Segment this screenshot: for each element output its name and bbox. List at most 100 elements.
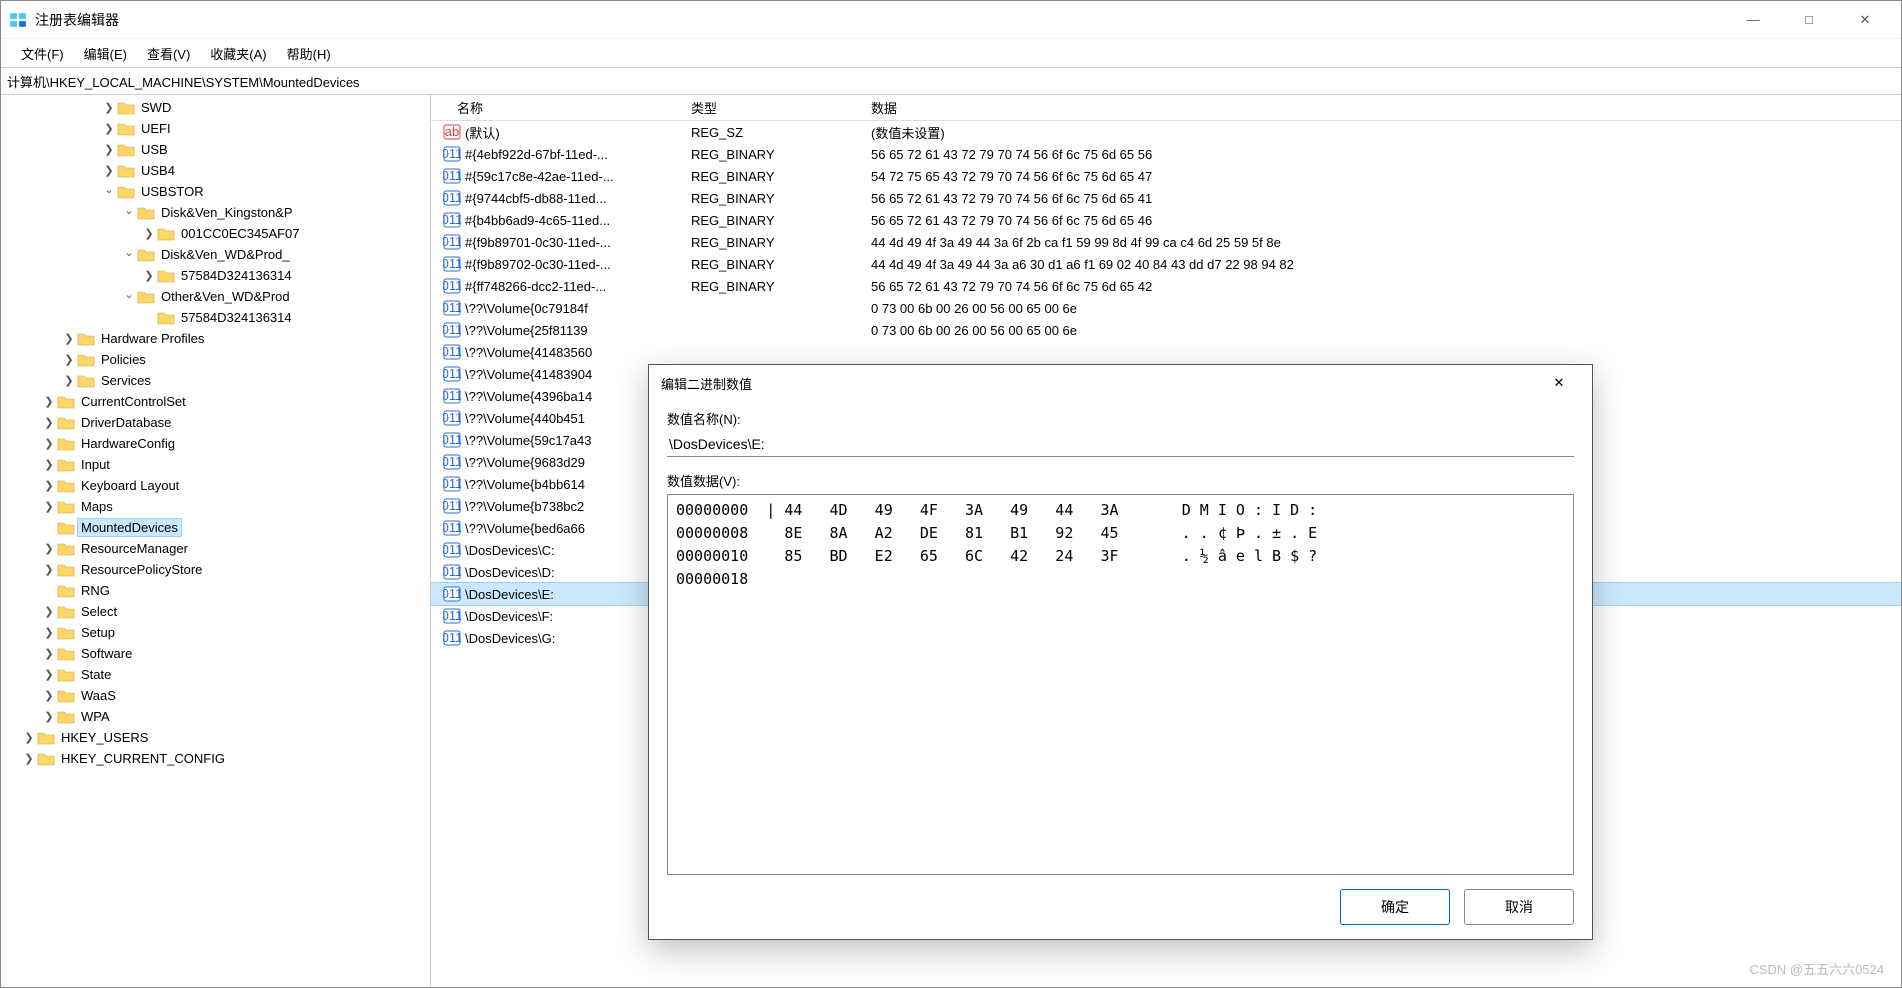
menu-edit[interactable]: 编辑(E)	[74, 40, 137, 67]
col-header-name[interactable]: 名称	[431, 95, 683, 121]
tree-item[interactable]: ❯HardwareConfig	[1, 433, 430, 454]
value-row[interactable]: 011#{9744cbf5-db88-11ed...REG_BINARY56 6…	[431, 187, 1901, 209]
tree-item[interactable]: ❯UEFI	[1, 118, 430, 139]
value-row[interactable]: 011#{f9b89702-0c30-11ed-...REG_BINARY44 …	[431, 253, 1901, 275]
address-bar[interactable]: 计算机\HKEY_LOCAL_MACHINE\SYSTEM\MountedDev…	[1, 67, 1901, 95]
folder-icon	[57, 541, 75, 557]
tree-item[interactable]: ❯Services	[1, 370, 430, 391]
tree-item[interactable]: ❯Hardware Profiles	[1, 328, 430, 349]
tree-item[interactable]: ❯ResourceManager	[1, 538, 430, 559]
tree-item[interactable]: ⌄Other&Ven_WD&Prod	[1, 286, 430, 307]
cancel-button[interactable]: 取消	[1464, 889, 1574, 925]
maximize-button[interactable]: □	[1781, 1, 1837, 39]
dialog-titlebar: 编辑二进制数值 ✕	[649, 365, 1592, 401]
menu-help[interactable]: 帮助(H)	[277, 40, 341, 67]
value-row[interactable]: 011#{ff748266-dcc2-11ed-...REG_BINARY56 …	[431, 275, 1901, 297]
value-row[interactable]: 011\??\Volume{0c79184f 0 73 00 6b 00 26 …	[431, 297, 1901, 319]
tree-item[interactable]: ❯USB4	[1, 160, 430, 181]
expander-icon[interactable]: ❯	[41, 605, 57, 618]
expander-icon[interactable]: ⌄	[121, 288, 137, 301]
value-row[interactable]: 011#{f9b89701-0c30-11ed-...REG_BINARY44 …	[431, 231, 1901, 253]
expander-icon[interactable]: ⌄	[101, 183, 117, 196]
value-row[interactable]: 011#{4ebf922d-67bf-11ed-...REG_BINARY56 …	[431, 143, 1901, 165]
expander-icon[interactable]: ❯	[41, 626, 57, 639]
menu-view[interactable]: 查看(V)	[137, 40, 200, 67]
tree-item[interactable]: ⌄Disk&Ven_Kingston&P	[1, 202, 430, 223]
value-row[interactable]: 011#{59c17c8e-42ae-11ed-...REG_BINARY54 …	[431, 165, 1901, 187]
value-data: 56 65 72 61 43 72 79 70 74 56 6f 6c 75 6…	[863, 189, 1901, 208]
expander-icon[interactable]: ❯	[21, 731, 37, 744]
menu-favorites[interactable]: 收藏夹(A)	[200, 40, 276, 67]
binary-value-icon: 011	[443, 607, 461, 625]
tree-item[interactable]: ❯Input	[1, 454, 430, 475]
tree-item[interactable]: ❯USB	[1, 139, 430, 160]
expander-icon[interactable]: ❯	[41, 437, 57, 450]
value-row[interactable]: 011#{b4bb6ad9-4c65-11ed...REG_BINARY56 6…	[431, 209, 1901, 231]
tree-item[interactable]: ❯ResourcePolicyStore	[1, 559, 430, 580]
expander-icon[interactable]: ❯	[101, 164, 117, 177]
dialog-close-button[interactable]: ✕	[1538, 365, 1580, 401]
col-header-type[interactable]: 类型	[683, 95, 863, 121]
folder-icon	[57, 646, 75, 662]
expander-icon[interactable]: ❯	[41, 710, 57, 723]
tree-item[interactable]: ❯HKEY_USERS	[1, 727, 430, 748]
value-row[interactable]: 011\??\Volume{41483560	[431, 341, 1901, 363]
minimize-button[interactable]: —	[1725, 1, 1781, 39]
value-type: REG_BINARY	[683, 255, 863, 274]
tree-item[interactable]: ❯Software	[1, 643, 430, 664]
tree-item[interactable]: ❯HKEY_CURRENT_CONFIG	[1, 748, 430, 769]
expander-icon[interactable]: ❯	[41, 563, 57, 576]
value-name: #{4ebf922d-67bf-11ed-...	[465, 147, 608, 162]
expander-icon[interactable]: ❯	[141, 269, 157, 282]
tree-item[interactable]: 57584D324136314	[1, 307, 430, 328]
tree-item[interactable]: ⌄USBSTOR	[1, 181, 430, 202]
expander-icon[interactable]: ❯	[101, 143, 117, 156]
hex-editor[interactable]: 00000000 | 44 4D 49 4F 3A 49 44 3A D M I…	[667, 494, 1574, 875]
expander-icon[interactable]: ❯	[41, 500, 57, 513]
tree-item[interactable]: ❯Maps	[1, 496, 430, 517]
value-name: #{b4bb6ad9-4c65-11ed...	[465, 213, 610, 228]
tree-item[interactable]: ⌄Disk&Ven_WD&Prod_	[1, 244, 430, 265]
tree-item[interactable]: ❯Setup	[1, 622, 430, 643]
close-button[interactable]: ✕	[1837, 1, 1893, 39]
expander-icon[interactable]: ❯	[41, 668, 57, 681]
expander-icon[interactable]: ❯	[41, 458, 57, 471]
menu-file[interactable]: 文件(F)	[11, 40, 74, 67]
expander-icon[interactable]: ❯	[41, 647, 57, 660]
expander-icon[interactable]: ❯	[101, 122, 117, 135]
value-name-input[interactable]	[667, 432, 1574, 457]
watermark: CSDN @五五六六0524	[1749, 959, 1884, 978]
expander-icon[interactable]: ❯	[101, 101, 117, 114]
expander-icon[interactable]: ❯	[21, 752, 37, 765]
tree-item[interactable]: RNG	[1, 580, 430, 601]
tree-item[interactable]: ❯CurrentControlSet	[1, 391, 430, 412]
tree-item[interactable]: MountedDevices	[1, 517, 430, 538]
tree-pane[interactable]: ❯ SWD ❯UEFI❯USB❯USB4⌄USBSTOR⌄Disk&Ven_King…	[1, 95, 431, 987]
tree-item[interactable]: ❯State	[1, 664, 430, 685]
tree-item[interactable]: ❯ SWD	[1, 97, 430, 118]
expander-icon[interactable]: ⌄	[121, 204, 137, 217]
expander-icon[interactable]: ❯	[41, 479, 57, 492]
value-row[interactable]: ab(默认)REG_SZ(数值未设置)	[431, 121, 1901, 143]
expander-icon[interactable]: ❯	[41, 395, 57, 408]
expander-icon[interactable]: ❯	[141, 227, 157, 240]
expander-icon[interactable]: ❯	[61, 374, 77, 387]
tree-item[interactable]: ❯WaaS	[1, 685, 430, 706]
expander-icon[interactable]: ❯	[41, 542, 57, 555]
col-header-data[interactable]: 数据	[863, 95, 1901, 121]
expander-icon[interactable]: ❯	[61, 332, 77, 345]
expander-icon[interactable]: ❯	[61, 353, 77, 366]
expander-icon[interactable]: ❯	[41, 416, 57, 429]
tree-item[interactable]: ❯Select	[1, 601, 430, 622]
tree-item[interactable]: ❯DriverDatabase	[1, 412, 430, 433]
value-row[interactable]: 011\??\Volume{25f81139 0 73 00 6b 00 26 …	[431, 319, 1901, 341]
tree-item[interactable]: ❯WPA	[1, 706, 430, 727]
expander-icon[interactable]: ❯	[41, 689, 57, 702]
tree-item[interactable]: ❯57584D324136314	[1, 265, 430, 286]
tree-item-label: SWD	[138, 99, 174, 116]
ok-button[interactable]: 确定	[1340, 889, 1450, 925]
tree-item[interactable]: ❯001CC0EC345AF07	[1, 223, 430, 244]
tree-item[interactable]: ❯Policies	[1, 349, 430, 370]
expander-icon[interactable]: ⌄	[121, 246, 137, 259]
tree-item[interactable]: ❯Keyboard Layout	[1, 475, 430, 496]
